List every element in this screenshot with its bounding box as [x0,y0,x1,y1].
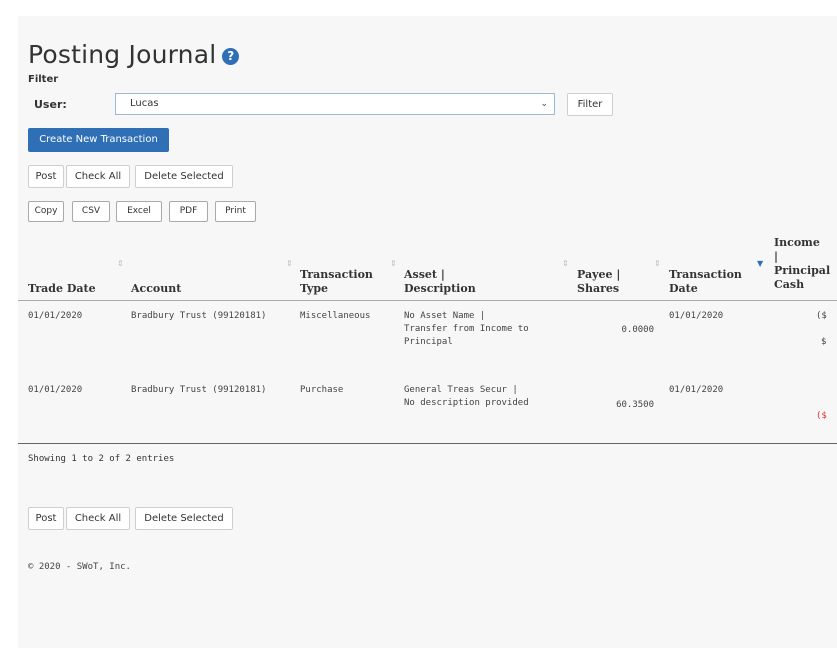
check-all-button-bottom[interactable]: Check All [66,507,130,530]
cell-transaction-date: 01/01/2020 [669,385,724,395]
header-payee-2[interactable]: Shares [577,282,619,296]
header-payee-1[interactable]: Payee | [577,268,620,282]
cell-cash-line1: ($ [816,411,827,421]
pdf-button[interactable]: PDF [169,201,208,222]
cell-account: Bradbury Trust (99120181) [131,311,267,321]
cell-cash-line1: ($ [816,311,827,321]
delete-selected-button-bottom[interactable]: Delete Selected [135,507,233,530]
cell-cash-line2: $ [821,337,827,347]
copy-button[interactable]: Copy [28,201,64,222]
cell-asset-line1: General Treas Secur | [404,385,518,395]
cell-shares: 60.3500 [616,400,654,410]
post-button-bottom[interactable]: Post [28,507,64,530]
header-asset-1[interactable]: Asset | [404,268,445,282]
cell-trade-date: 01/01/2020 [28,385,83,395]
check-all-button-top[interactable]: Check All [66,165,130,188]
sort-icon[interactable]: ⇕ [390,259,397,268]
header-income-4[interactable]: Cash [774,278,804,292]
cell-shares: 0.0000 [621,325,654,335]
user-select[interactable]: Lucas ⌄ [115,93,555,115]
cell-asset-line3: Principal [404,337,453,347]
header-income-3[interactable]: Principal [774,264,830,278]
page-title: Posting Journal? [28,40,240,69]
header-asset-2[interactable]: Description [404,282,476,296]
cell-asset-line1: No Asset Name | [404,311,486,321]
header-income-1[interactable]: Income [774,236,820,250]
print-button[interactable]: Print [215,201,256,222]
header-income-2[interactable]: | [774,250,778,264]
header-transaction-type-1[interactable]: Transaction [300,268,373,282]
cell-transaction-type: Purchase [300,385,344,395]
sort-desc-icon[interactable]: ▼ [757,259,763,268]
header-trade-date[interactable]: Trade Date [28,282,96,296]
header-divider [18,300,837,301]
filter-button[interactable]: Filter [567,93,613,116]
create-transaction-button[interactable]: Create New Transaction [28,128,169,152]
entries-info: Showing 1 to 2 of 2 entries [28,454,175,464]
excel-button[interactable]: Excel [116,201,162,222]
cell-trade-date: 01/01/2020 [28,311,83,321]
header-transaction-date-2[interactable]: Date [669,282,698,296]
chevron-down-icon: ⌄ [540,99,548,109]
sort-icon[interactable]: ⇕ [562,259,569,268]
user-label: User: [34,98,67,111]
sort-icon[interactable]: ⇕ [654,259,661,268]
post-button-top[interactable]: Post [28,165,64,188]
help-icon[interactable]: ? [222,48,240,65]
header-account[interactable]: Account [131,282,181,296]
header-transaction-type-2[interactable]: Type [300,282,328,296]
cell-transaction-type: Miscellaneous [300,311,371,321]
page-container: Posting Journal? Filter User: Lucas ⌄ Fi… [18,16,837,648]
cell-asset-line2: No description provided [404,398,529,408]
csv-button[interactable]: CSV [72,201,110,222]
header-transaction-date-1[interactable]: Transaction [669,268,742,282]
cell-transaction-date: 01/01/2020 [669,311,724,321]
sort-icon[interactable]: ⇕ [117,259,124,268]
user-select-value: Lucas [130,98,159,109]
delete-selected-button-top[interactable]: Delete Selected [135,165,233,188]
cell-asset-line2: Transfer from Income to [404,324,529,334]
table-bottom-divider [18,443,837,444]
cell-account: Bradbury Trust (99120181) [131,385,267,395]
filter-label: Filter [28,74,59,85]
sort-icon[interactable]: ⇕ [286,259,293,268]
footer-copyright: © 2020 - SWoT, Inc. [28,562,131,572]
page-title-text: Posting Journal [28,40,217,69]
